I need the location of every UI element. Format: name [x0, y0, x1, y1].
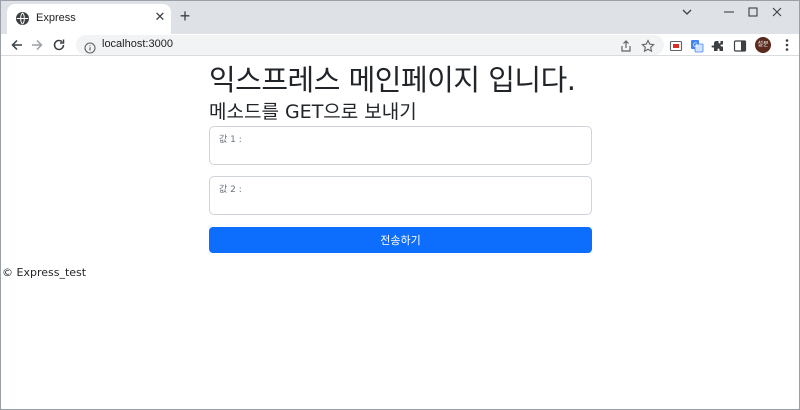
- tab-close-icon[interactable]: ✕: [153, 11, 167, 25]
- browser-tab[interactable]: Express ✕: [7, 4, 171, 34]
- url-text[interactable]: localhost:3000: [102, 38, 173, 50]
- value1-input[interactable]: [219, 145, 579, 161]
- reload-icon[interactable]: [50, 36, 68, 54]
- close-window-icon[interactable]: [754, 0, 800, 24]
- value1-field-container[interactable]: 값 1 :: [209, 126, 592, 165]
- tab-strip: Express ✕ +: [0, 0, 800, 34]
- translate-extension-icon[interactable]: G: [690, 38, 704, 53]
- value2-label: 값 2 :: [219, 185, 242, 195]
- side-panel-icon[interactable]: [733, 38, 747, 52]
- forward-arrow-icon[interactable]: [28, 36, 46, 54]
- value2-field-container[interactable]: 값 2 :: [209, 176, 592, 215]
- footer-text: © Express_test: [2, 266, 87, 279]
- tab-search-icon[interactable]: [664, 0, 710, 24]
- address-bar[interactable]: localhost:3000: [76, 35, 664, 55]
- back-arrow-icon[interactable]: [8, 36, 26, 54]
- kebab-menu-icon[interactable]: [782, 37, 792, 53]
- extension-cast-icon[interactable]: [669, 38, 683, 52]
- tab-title: Express: [36, 12, 76, 24]
- browser-toolbar: localhost:3000 G 설문: [0, 34, 800, 56]
- page-title: 익스프레스 메인페이지 입니다.: [209, 63, 576, 97]
- submit-button[interactable]: 전송하기: [209, 227, 592, 253]
- star-icon[interactable]: [641, 38, 655, 53]
- share-icon[interactable]: [619, 38, 633, 52]
- value2-input[interactable]: [219, 195, 579, 211]
- info-icon[interactable]: [84, 39, 96, 54]
- puzzle-icon[interactable]: [711, 38, 725, 52]
- page-content: 익스프레스 메인페이지 입니다. 메소드를 GET으로 보내기 값 1 : 값 …: [0, 57, 800, 410]
- svg-text:G: G: [693, 42, 698, 49]
- page-subtitle: 메소드를 GET으로 보내기: [209, 101, 417, 123]
- globe-icon: [16, 12, 29, 25]
- avatar[interactable]: 설문: [755, 37, 771, 53]
- value1-label: 값 1 :: [219, 135, 242, 145]
- new-tab-button[interactable]: +: [176, 7, 194, 25]
